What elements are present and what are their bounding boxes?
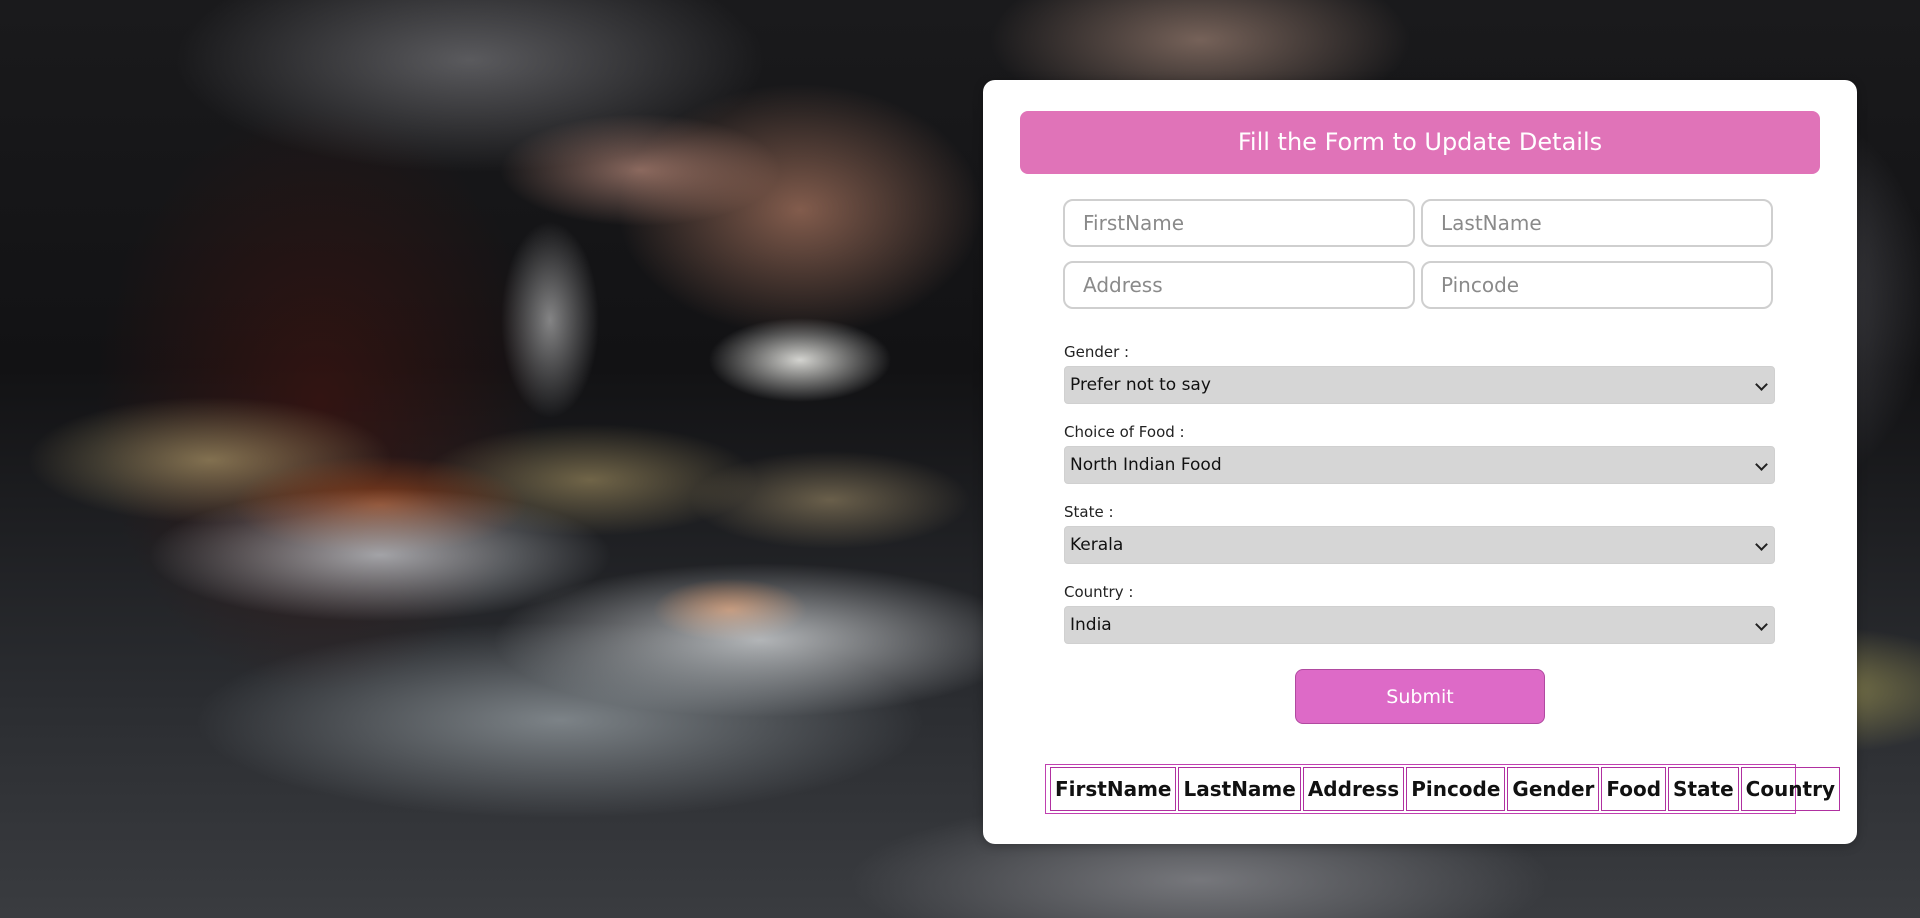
gender-label: Gender : — [1064, 343, 1130, 361]
column-header-lastname: LastName — [1178, 767, 1301, 811]
column-header-firstname: FirstName — [1050, 767, 1177, 811]
column-header-address: Address — [1302, 767, 1405, 811]
column-header-country: Country — [1740, 767, 1840, 811]
pincode-input[interactable] — [1421, 261, 1773, 309]
firstname-input[interactable] — [1063, 199, 1415, 247]
details-table: FirstName LastName Address Pincode Gende… — [1045, 764, 1840, 814]
state-select[interactable]: Kerala — [1064, 526, 1775, 564]
table-header-row: FirstName LastName Address Pincode Gende… — [1050, 767, 1840, 811]
state-label: State : — [1064, 503, 1114, 521]
gender-select-value: Prefer not to say — [1070, 375, 1211, 395]
form-title: Fill the Form to Update Details — [1020, 111, 1820, 174]
food-label: Choice of Food : — [1064, 423, 1185, 441]
country-select-value: India — [1070, 615, 1112, 635]
chevron-down-icon — [1755, 538, 1768, 551]
chevron-down-icon — [1755, 458, 1768, 471]
form-card: Fill the Form to Update Details Gender :… — [983, 80, 1857, 844]
food-select[interactable]: North Indian Food — [1064, 446, 1775, 484]
column-header-pincode: Pincode — [1406, 767, 1506, 811]
country-label: Country : — [1064, 583, 1134, 601]
chevron-down-icon — [1755, 378, 1768, 391]
column-header-state: State — [1668, 767, 1739, 811]
country-select[interactable]: India — [1064, 606, 1775, 644]
column-header-gender: Gender — [1507, 767, 1600, 811]
food-select-value: North Indian Food — [1070, 455, 1222, 475]
chevron-down-icon — [1755, 618, 1768, 631]
gender-select[interactable]: Prefer not to say — [1064, 366, 1775, 404]
address-input[interactable] — [1063, 261, 1415, 309]
state-select-value: Kerala — [1070, 535, 1124, 555]
column-header-food: Food — [1601, 767, 1667, 811]
submit-button[interactable]: Submit — [1295, 669, 1545, 724]
lastname-input[interactable] — [1421, 199, 1773, 247]
